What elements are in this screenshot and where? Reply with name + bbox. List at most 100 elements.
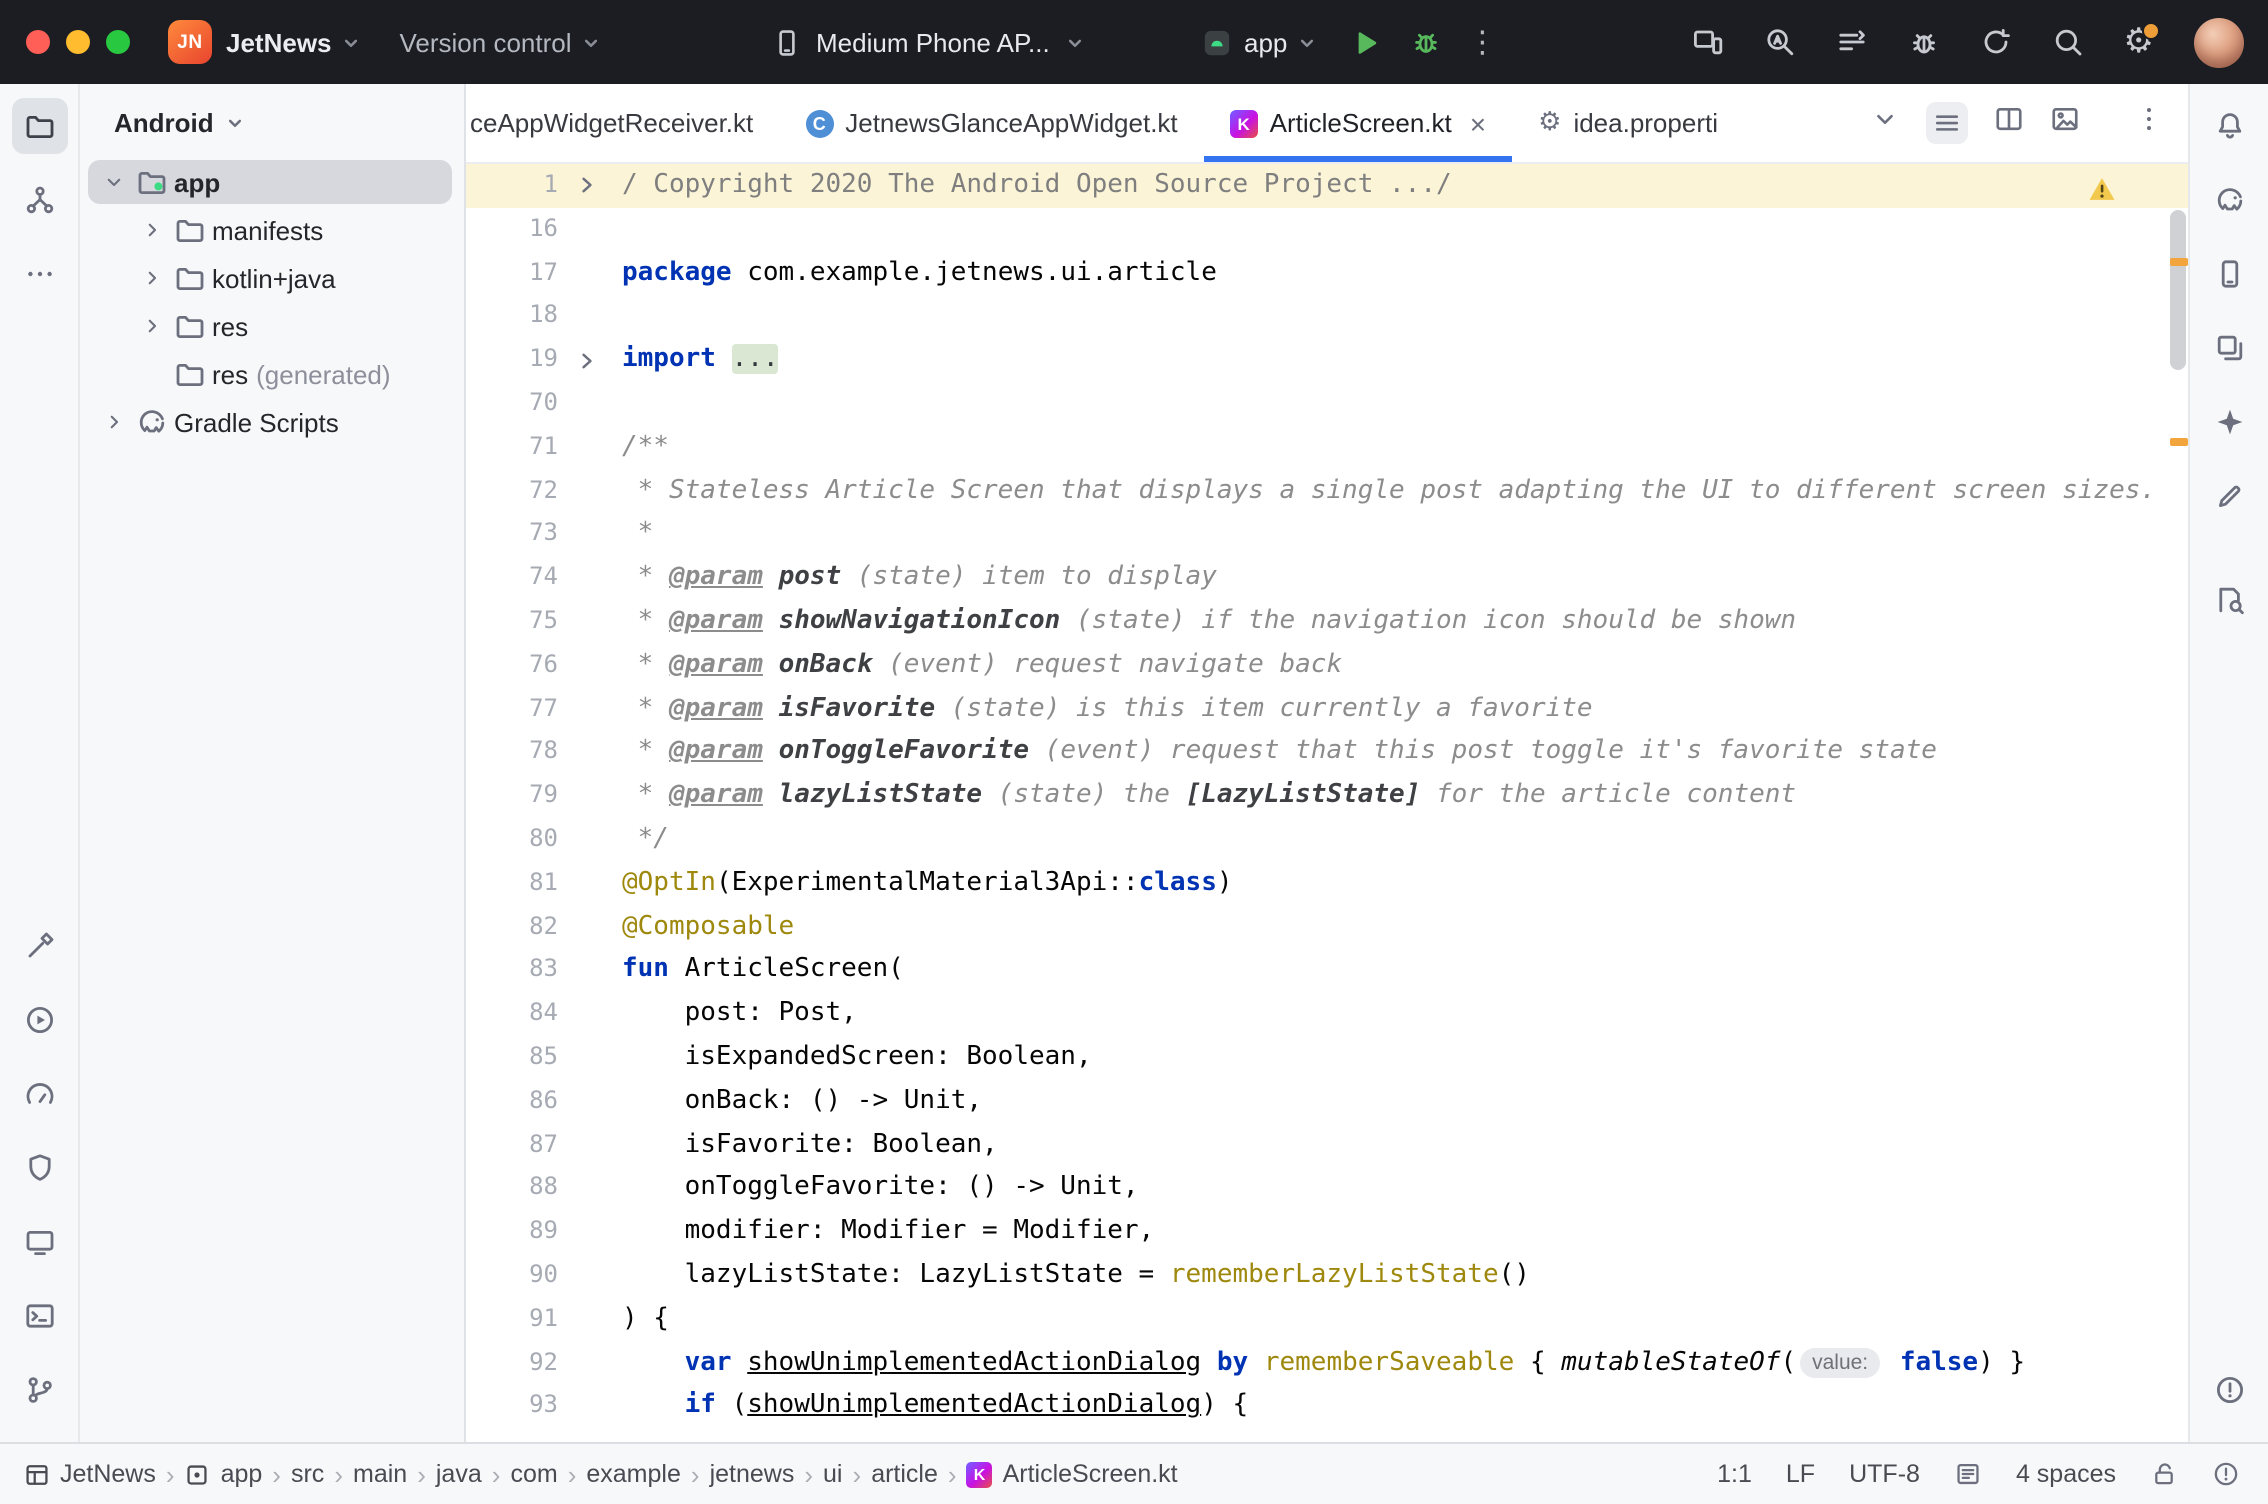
running-devices-button[interactable] <box>11 1214 67 1270</box>
inspections-widget-icon[interactable] <box>2212 1460 2240 1488</box>
run-circle-button[interactable] <box>11 992 67 1048</box>
minimize-window-button[interactable] <box>66 30 90 54</box>
caret-position[interactable]: 1:1 <box>1717 1460 1752 1488</box>
reader-mode-icon[interactable] <box>1954 1460 1982 1488</box>
line-number[interactable]: 72 <box>466 469 566 513</box>
avatar[interactable] <box>2194 17 2244 67</box>
more-horizontal-button[interactable] <box>11 246 67 302</box>
line-number[interactable]: 93 <box>466 1385 566 1429</box>
edit-pencil-button[interactable] <box>2201 468 2257 524</box>
line-number[interactable]: 92 <box>466 1341 566 1385</box>
project-folder-button[interactable] <box>11 98 67 154</box>
tree-item-res[interactable]: res <box>80 302 464 350</box>
gemini-button[interactable] <box>2201 394 2257 450</box>
line-separator[interactable]: LF <box>1786 1460 1815 1488</box>
line-number[interactable]: 90 <box>466 1254 566 1298</box>
write-access-unlock-icon[interactable] <box>2150 1460 2178 1488</box>
line-number[interactable]: 84 <box>466 992 566 1036</box>
line-number[interactable]: 77 <box>466 687 566 731</box>
version-control-menu[interactable]: Version control <box>400 27 602 57</box>
project-menu[interactable]: JetNews <box>226 27 362 57</box>
close-window-button[interactable] <box>26 30 50 54</box>
tab-idea-properti[interactable]: ⚙idea.properti <box>1512 84 1744 162</box>
indent-style[interactable]: 4 spaces <box>2016 1460 2116 1488</box>
warning-stripe-mark[interactable] <box>2170 258 2188 266</box>
structure-button[interactable] <box>11 172 67 228</box>
tab-ceappwidgetreceiver-kt[interactable]: ceAppWidgetReceiver.kt <box>466 84 779 162</box>
breadcrumb-ui[interactable]: ui <box>823 1460 842 1488</box>
run-button[interactable] <box>1349 27 1379 57</box>
line-number[interactable]: 18 <box>466 295 566 339</box>
more-vertical-button[interactable] <box>2134 103 2164 143</box>
profiler-gauge-button[interactable] <box>11 1066 67 1122</box>
gradle-button[interactable] <box>2201 172 2257 228</box>
line-number[interactable]: 89 <box>466 1210 566 1254</box>
line-number[interactable]: 17 <box>466 251 566 295</box>
notifications-button[interactable] <box>2201 98 2257 154</box>
line-number[interactable]: 86 <box>466 1079 566 1123</box>
debug-button[interactable] <box>1409 26 1441 58</box>
tree-item-app[interactable]: app <box>80 158 464 206</box>
breadcrumb-java[interactable]: java <box>436 1460 482 1488</box>
fold-arrow-icon[interactable] <box>566 164 606 208</box>
line-number[interactable]: 19 <box>466 338 566 382</box>
chevron-right-icon[interactable] <box>134 266 168 290</box>
line-number[interactable]: 85 <box>466 1036 566 1080</box>
line-number[interactable]: 73 <box>466 513 566 557</box>
line-number[interactable]: 82 <box>466 905 566 949</box>
inspections-warning-icon[interactable] <box>2088 176 2116 202</box>
chevron-right-icon[interactable] <box>134 218 168 242</box>
line-number[interactable]: 79 <box>466 774 566 818</box>
line-number[interactable]: 88 <box>466 1167 566 1211</box>
gradle-sync-button[interactable] <box>1980 26 2012 58</box>
quality-shield-button[interactable] <box>11 1140 67 1196</box>
chevron-down-button[interactable] <box>1870 103 1900 143</box>
tab-jetnewsglanceappwidget-kt[interactable]: CJetnewsGlanceAppWidget.kt <box>779 84 1203 162</box>
line-number[interactable]: 74 <box>466 556 566 600</box>
breadcrumb-article[interactable]: article <box>871 1460 938 1488</box>
breadcrumb-app[interactable]: app <box>185 1460 263 1488</box>
line-number[interactable]: 91 <box>466 1297 566 1341</box>
chevron-down-icon[interactable] <box>96 170 130 194</box>
close-icon[interactable]: × <box>1470 109 1486 137</box>
tab-articlescreen-kt[interactable]: KArticleScreen.kt× <box>1204 84 1512 162</box>
line-number[interactable]: 16 <box>466 208 566 252</box>
editor[interactable]: 1/ Copyright 2020 The Android Open Sourc… <box>466 164 2188 1442</box>
split-editor-button[interactable] <box>1994 103 2024 143</box>
line-number[interactable]: 78 <box>466 731 566 775</box>
search-everywhere-button[interactable] <box>2052 26 2084 58</box>
search-text-button[interactable] <box>1764 26 1796 58</box>
find-document-button[interactable] <box>2201 572 2257 628</box>
line-number[interactable]: 81 <box>466 862 566 906</box>
terminal-button[interactable] <box>11 1288 67 1344</box>
tree-item-kotlin-java[interactable]: kotlin+java <box>80 254 464 302</box>
breadcrumb-main[interactable]: main <box>353 1460 407 1488</box>
device-selector[interactable]: Medium Phone AP... <box>772 0 1086 84</box>
more-run-actions-button[interactable]: ⋮ <box>1467 27 1497 57</box>
breadcrumb-articlescreen-kt[interactable]: KArticleScreen.kt <box>967 1460 1178 1488</box>
project-view-selector[interactable]: Android <box>80 100 464 158</box>
line-number[interactable]: 1 <box>466 164 566 208</box>
tree-item-manifests[interactable]: manifests <box>80 206 464 254</box>
resource-layers-button[interactable] <box>2201 320 2257 376</box>
maximize-window-button[interactable] <box>106 30 130 54</box>
tree-item-gradle-scripts[interactable]: Gradle Scripts <box>80 398 464 446</box>
line-number[interactable]: 83 <box>466 949 566 993</box>
chevron-right-icon[interactable] <box>96 410 130 434</box>
device-manager-button[interactable] <box>2201 246 2257 302</box>
breadcrumb-example[interactable]: example <box>586 1460 681 1488</box>
line-number[interactable]: 76 <box>466 644 566 688</box>
warning-stripe-mark[interactable] <box>2170 438 2188 446</box>
git-branch-button[interactable] <box>11 1362 67 1418</box>
line-number[interactable]: 80 <box>466 818 566 862</box>
device-mirror-button[interactable] <box>1692 26 1724 58</box>
ai-bug-button[interactable] <box>1908 26 1940 58</box>
chevron-right-icon[interactable] <box>134 314 168 338</box>
build-hammer-button[interactable] <box>11 918 67 974</box>
breadcrumb-jetnews[interactable]: JetNews <box>24 1460 156 1488</box>
line-number[interactable]: 70 <box>466 382 566 426</box>
editor-scrollbar-thumb[interactable] <box>2170 210 2186 370</box>
breadcrumb-jetnews[interactable]: jetnews <box>710 1460 795 1488</box>
fold-arrow-icon[interactable] <box>566 338 606 382</box>
line-number[interactable]: 75 <box>466 600 566 644</box>
